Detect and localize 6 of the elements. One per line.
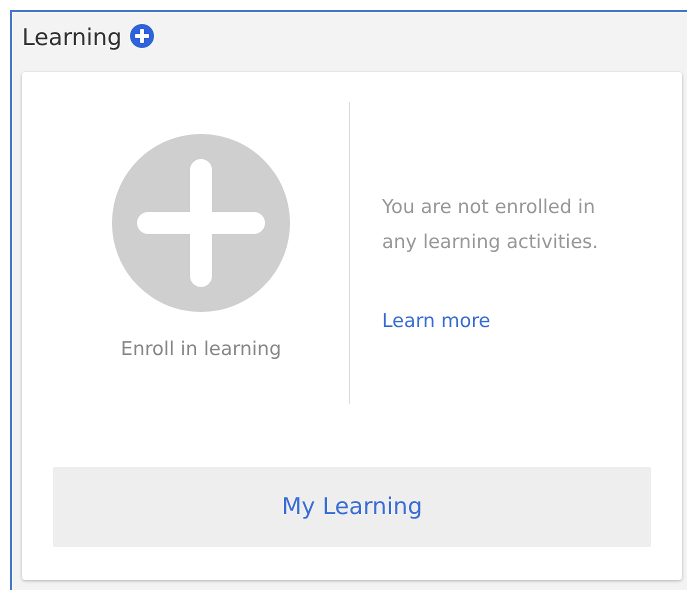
learn-more-link[interactable]: Learn more [382, 310, 490, 332]
add-icon[interactable] [130, 24, 154, 48]
my-learning-button[interactable]: My Learning [53, 467, 651, 547]
panel-title: Learning [22, 24, 122, 53]
enroll-label: Enroll in learning [120, 338, 282, 360]
not-enrolled-message: You are not enrolled in any learning activities. [382, 195, 600, 255]
